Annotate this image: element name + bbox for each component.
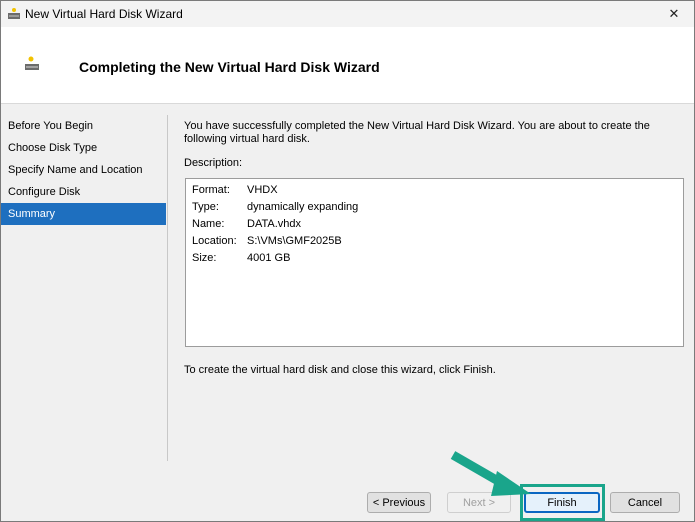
window-title: New Virtual Hard Disk Wizard [25, 7, 183, 21]
finish-instruction: To create the virtual hard disk and clos… [184, 364, 496, 376]
title-bar[interactable]: New Virtual Hard Disk Wizard ✕ [1, 1, 694, 27]
wizard-window: New Virtual Hard Disk Wizard ✕ Completin… [0, 0, 695, 522]
summary-intro: You have successfully completed the New … [184, 120, 674, 146]
description-key: Format: [192, 184, 230, 196]
description-label: Description: [184, 157, 243, 169]
cancel-button[interactable]: Cancel [610, 492, 680, 513]
description-value: VHDX [247, 184, 278, 196]
page-title: Completing the New Virtual Hard Disk Wiz… [79, 59, 380, 75]
pointer-arrow-icon [450, 451, 531, 496]
nav-step-choose-disk-type[interactable]: Choose Disk Type [1, 137, 166, 159]
description-box[interactable]: Format: VHDX Type: dynamically expanding… [185, 178, 684, 347]
nav-step-configure-disk[interactable]: Configure Disk [1, 181, 166, 203]
disk-icon [8, 8, 20, 19]
close-icon[interactable]: ✕ [654, 1, 694, 27]
intro-line-1: You have successfully completed the New … [184, 120, 650, 132]
wizard-header: Completing the New Virtual Hard Disk Wiz… [1, 27, 694, 104]
virtual-disk-icon [25, 56, 39, 70]
nav-step-specify-name-location[interactable]: Specify Name and Location [1, 159, 166, 181]
nav-step-label: Specify Name and Location [8, 164, 143, 176]
description-value: dynamically expanding [247, 201, 359, 213]
nav-step-label: Summary [8, 208, 56, 220]
description-value: 4001 GB [247, 252, 291, 264]
description-key: Size: [192, 252, 217, 264]
description-value: S:\VMs\GMF2025B [247, 235, 342, 247]
description-value: DATA.vhdx [247, 218, 301, 230]
nav-step-summary[interactable]: Summary [1, 203, 166, 225]
nav-step-label: Choose Disk Type [8, 142, 98, 154]
description-key: Location: [192, 235, 237, 247]
nav-step-label: Before You Begin [8, 120, 94, 132]
intro-line-2: following virtual hard disk. [184, 133, 310, 145]
nav-divider [167, 115, 168, 461]
previous-button[interactable]: < Previous [367, 492, 431, 513]
nav-step-label: Configure Disk [8, 186, 81, 198]
wizard-steps-nav: Before You Begin Choose Disk Type Specif… [1, 115, 166, 225]
description-key: Name: [192, 218, 225, 230]
description-key: Type: [192, 201, 219, 213]
nav-step-before-you-begin[interactable]: Before You Begin [1, 115, 166, 137]
